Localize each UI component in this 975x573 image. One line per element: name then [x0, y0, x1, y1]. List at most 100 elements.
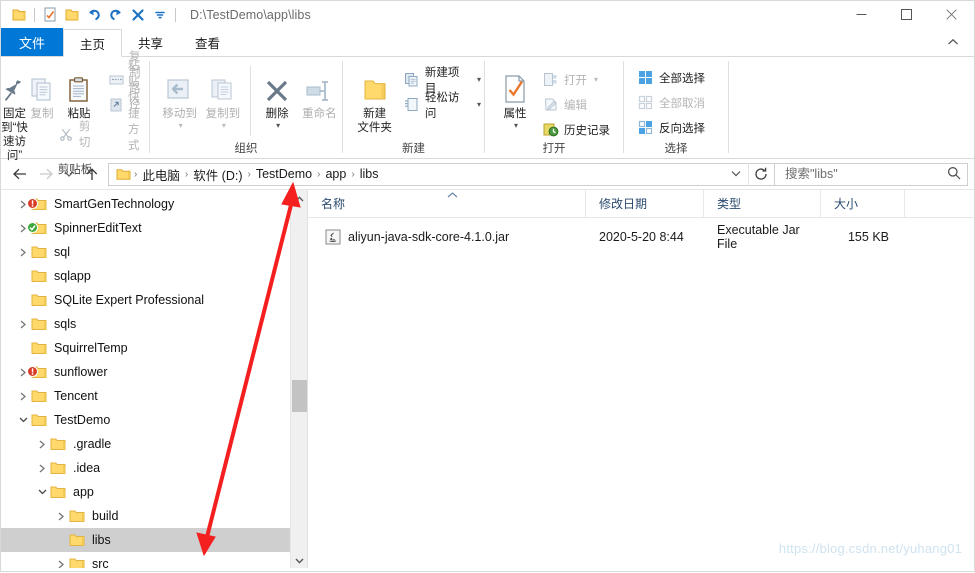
move-to-caret-icon[interactable]: ▾: [179, 121, 183, 130]
breadcrumb-item-drive-d[interactable]: 软件 (D:): [189, 165, 246, 184]
select-none-button[interactable]: 全部取消: [634, 92, 708, 113]
move-to-button[interactable]: 移动到 ▾: [158, 62, 201, 130]
tree-item-testdemo[interactable]: TestDemo: [1, 408, 307, 432]
column-header-size[interactable]: 大小: [821, 189, 905, 218]
nav-scroll-down-button[interactable]: [291, 552, 307, 568]
tree-item-sqlapp[interactable]: sqlapp: [1, 264, 307, 288]
close-button[interactable]: [929, 1, 974, 28]
tree-expander-icon[interactable]: [15, 320, 31, 329]
tree-expander-icon[interactable]: [15, 392, 31, 401]
new-item-button[interactable]: 新建项目 ▾: [400, 67, 484, 95]
paste-shortcut-button[interactable]: 粘贴快捷方式: [106, 60, 149, 152]
tree-item-sqlite-expert-professional[interactable]: SQLite Expert Professional: [1, 288, 307, 312]
easy-access-caret-icon[interactable]: ▾: [477, 100, 481, 109]
new-item-caret-icon[interactable]: ▾: [477, 75, 481, 84]
rename-button[interactable]: 重命名: [297, 62, 342, 121]
maximize-button[interactable]: [884, 1, 929, 28]
folder-icon: [27, 197, 48, 212]
copy-button[interactable]: 复制: [28, 62, 56, 121]
tree-item-label: libs: [92, 533, 111, 547]
cut-button[interactable]: 剪切: [56, 121, 102, 149]
customize-icon[interactable]: [149, 4, 171, 26]
tree-item-sunflower[interactable]: sunflower: [1, 360, 307, 384]
search-icon[interactable]: [947, 166, 961, 183]
invert-selection-button[interactable]: 反向选择: [634, 117, 708, 138]
column-header-name[interactable]: 名称: [308, 189, 586, 218]
easy-access-button[interactable]: 轻松访问 ▾: [400, 92, 484, 120]
new-folder-button[interactable]: 新建 文件夹: [351, 62, 398, 135]
pin-to-quick-access-button[interactable]: 固定到“快 速访问”: [1, 62, 28, 163]
tree-item-build[interactable]: build: [1, 504, 307, 528]
breadcrumb-item-testdemo[interactable]: TestDemo: [252, 167, 316, 181]
delete-icon[interactable]: [127, 4, 149, 26]
breadcrumb-dropdown-icon[interactable]: [724, 169, 748, 179]
tree-item-spinneredittext[interactable]: SpinnerEditText: [1, 216, 307, 240]
tree-item-src[interactable]: src: [1, 552, 307, 568]
new-folder-icon[interactable]: [61, 4, 83, 26]
ribbon-collapse-icon[interactable]: [940, 32, 966, 52]
refresh-button[interactable]: [748, 162, 772, 186]
breadcrumb-bar[interactable]: › 此电脑 › 软件 (D:) › TestDemo › app › libs: [108, 162, 775, 186]
search-box[interactable]: [775, 162, 968, 186]
tree-expander-icon[interactable]: [15, 416, 31, 424]
column-header-type[interactable]: 类型: [704, 189, 821, 218]
table-row[interactable]: aliyun-java-sdk-core-4.1.0.jar 2020-5-20…: [308, 223, 974, 251]
copy-to-button[interactable]: 复制到 ▾: [201, 62, 244, 130]
tab-view[interactable]: 查看: [179, 28, 236, 56]
open-button[interactable]: 打开 ▾: [539, 69, 613, 90]
tree-item-libs[interactable]: libs: [1, 528, 307, 552]
tree-item-tencent[interactable]: Tencent: [1, 384, 307, 408]
tree-expander-icon[interactable]: [53, 512, 69, 521]
edit-button[interactable]: 编辑: [539, 94, 613, 115]
nav-scroll-up-button[interactable]: [291, 190, 307, 207]
breadcrumb-item-libs[interactable]: libs: [356, 167, 383, 181]
file-size: 155 KB: [847, 230, 889, 244]
tab-file[interactable]: 文件: [1, 28, 64, 56]
tree-item-label: src: [92, 557, 109, 568]
column-header-date[interactable]: 修改日期: [586, 189, 704, 218]
tree-expander-icon[interactable]: [34, 440, 50, 449]
nav-scroll-thumb[interactable]: [292, 380, 307, 412]
tree-expander-icon[interactable]: [53, 560, 69, 569]
column-header-spare[interactable]: [905, 190, 965, 218]
redo-icon[interactable]: [105, 4, 127, 26]
properties-button[interactable]: 属性 ▾: [493, 62, 537, 130]
select-all-button[interactable]: 全部选择: [634, 67, 708, 88]
tree-expander-icon[interactable]: [15, 248, 31, 257]
tab-home[interactable]: 主页: [63, 29, 123, 57]
tree-expander-icon[interactable]: [34, 488, 50, 496]
tree-item-sql[interactable]: sql: [1, 240, 307, 264]
tree-item-sqls[interactable]: sqls: [1, 312, 307, 336]
tree-item-squirreltemp[interactable]: SquirrelTemp: [1, 336, 307, 360]
copy-to-caret-icon[interactable]: ▾: [222, 121, 226, 130]
breadcrumb-item-app[interactable]: app: [321, 167, 350, 181]
file-type: Executable Jar File: [717, 223, 800, 251]
minimize-button[interactable]: [839, 1, 884, 28]
quick-access-toolbar: [1, 4, 180, 26]
nav-scrollbar[interactable]: [290, 190, 307, 568]
tree-item-idea[interactable]: .idea: [1, 456, 307, 480]
tree-item-label: TestDemo: [54, 413, 111, 427]
folder-icon: [69, 557, 86, 568]
ribbon-group-new: 新建 文件夹 新建项目 ▾ 轻松访问 ▾ 新建: [343, 57, 484, 159]
undo-icon[interactable]: [83, 4, 105, 26]
delete-caret-icon[interactable]: ▾: [276, 121, 280, 130]
paste-button[interactable]: 粘贴: [56, 62, 102, 121]
tree-item-app[interactable]: app: [1, 480, 307, 504]
history-button[interactable]: 历史记录: [539, 119, 613, 140]
properties-caret-icon[interactable]: ▾: [514, 121, 518, 130]
search-input[interactable]: [783, 166, 947, 182]
tree-item-gradle[interactable]: .gradle: [1, 432, 307, 456]
properties-icon[interactable]: [39, 4, 61, 26]
new-small-commands: 新建项目 ▾ 轻松访问 ▾: [400, 62, 484, 120]
delete-button[interactable]: 删除 ▾: [257, 62, 296, 130]
folder-icon[interactable]: [8, 4, 30, 26]
folder-icon: [50, 461, 67, 476]
select-all-label: 全部选择: [659, 72, 705, 85]
paste-icon: [66, 66, 92, 104]
tree-item-smartgentechnology[interactable]: SmartGenTechnology: [1, 192, 307, 216]
open-caret-icon[interactable]: ▾: [594, 75, 598, 84]
ribbon-group-open: 属性 ▾ 打开 ▾ 编辑 历史记录 打开: [485, 57, 623, 159]
tree-expander-icon[interactable]: [34, 464, 50, 473]
ribbon-group-clipboard: 固定到“快 速访问” 复制 粘贴 剪切 复制路径 粘贴快捷方式 剪贴板: [1, 51, 149, 177]
